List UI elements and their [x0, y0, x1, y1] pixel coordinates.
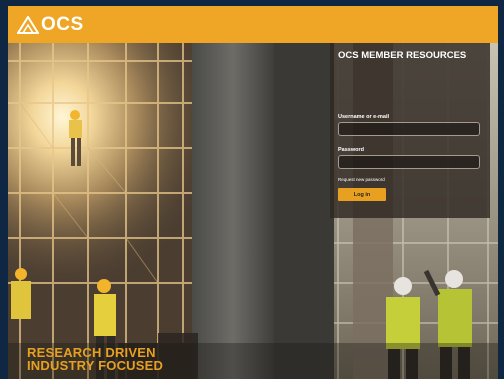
login-button[interactable]: Log in: [338, 188, 386, 201]
password-input[interactable]: [338, 155, 480, 169]
login-title: OCS MEMBER RESOURCES: [338, 50, 467, 61]
request-new-password-link[interactable]: Request new password: [338, 177, 385, 182]
password-label: Password: [338, 147, 364, 153]
member-login-panel: OCS MEMBER RESOURCES Username or e-mail …: [330, 43, 490, 218]
username-input[interactable]: [338, 122, 480, 136]
ocs-logo-icon: [17, 16, 39, 34]
page-frame: OCS RESEARCH DRIVEN INDUSTRY FOCUSED OCS…: [8, 6, 498, 379]
hero-tagline-line2: INDUSTRY FOCUSED: [27, 358, 164, 373]
username-label: Username or e-mail: [338, 114, 390, 120]
top-header-bar: OCS: [8, 6, 498, 43]
brand-name: OCS: [41, 14, 84, 35]
ocs-logo[interactable]: OCS: [17, 12, 84, 38]
hero-tagline: RESEARCH DRIVEN INDUSTRY FOCUSED: [27, 346, 163, 372]
